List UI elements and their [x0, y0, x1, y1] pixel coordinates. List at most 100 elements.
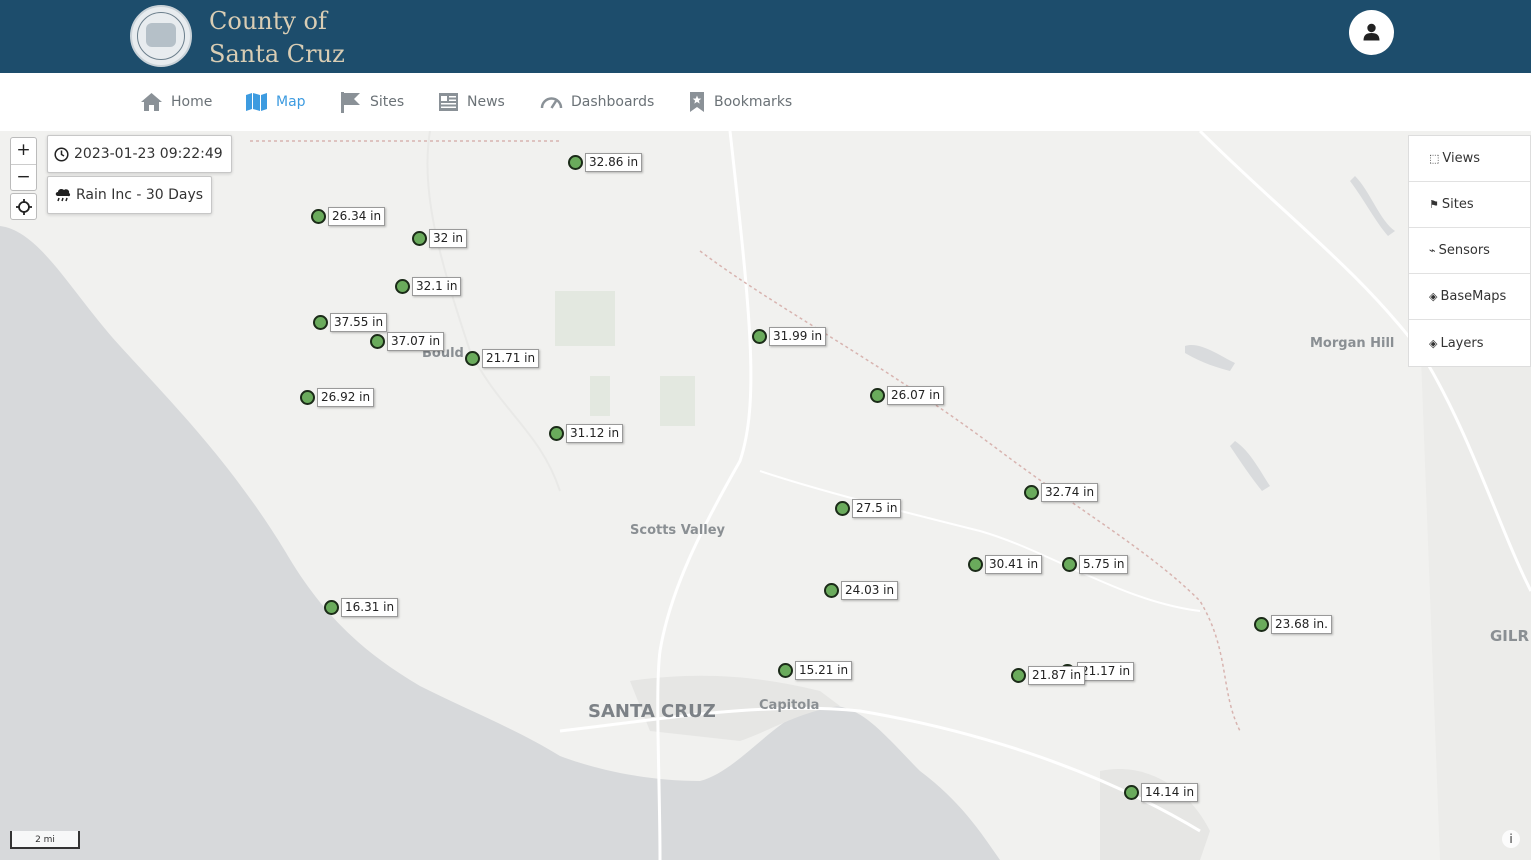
- panel-views-label: Views: [1442, 151, 1481, 166]
- station-label[interactable]: 32.74 in: [1041, 483, 1099, 502]
- nav-sites[interactable]: Sites: [340, 89, 404, 115]
- station-marker[interactable]: [311, 209, 326, 224]
- zoom-in-button[interactable]: +: [11, 138, 36, 164]
- locate-button[interactable]: [10, 193, 37, 220]
- crosshair-icon: [16, 199, 32, 215]
- station-label[interactable]: 21.17 in: [1077, 662, 1135, 681]
- station-label[interactable]: 32 in: [429, 229, 468, 248]
- station-marker[interactable]: [465, 351, 480, 366]
- panel-sensors-label: Sensors: [1438, 243, 1490, 258]
- nav-dashboards[interactable]: Dashboards: [540, 89, 654, 115]
- panel-layers-button[interactable]: ◈ Layers: [1409, 320, 1530, 366]
- user-icon: [1363, 23, 1380, 41]
- home-icon: [141, 93, 162, 111]
- layer-selector-box[interactable]: Rain Inc - 30 Days: [47, 176, 213, 214]
- layer-label-text: Rain Inc - 30 Days: [76, 187, 204, 203]
- station-label[interactable]: 26.92 in: [317, 388, 375, 407]
- panel-sites-label: Sites: [1441, 197, 1474, 212]
- station-marker[interactable]: [968, 557, 983, 572]
- layers-icon: ◈: [1429, 290, 1438, 303]
- station-label[interactable]: 26.34 in: [328, 207, 386, 226]
- main-nav: Home Map Sites News Dashboards Bookmarks: [0, 73, 1531, 131]
- clock-icon: [54, 146, 69, 162]
- station-marker[interactable]: [824, 583, 839, 598]
- nav-map[interactable]: Map: [245, 89, 306, 115]
- nav-home[interactable]: Home: [140, 89, 212, 115]
- station-marker[interactable]: [313, 315, 328, 330]
- station-label[interactable]: 31.12 in: [566, 424, 624, 443]
- station-marker[interactable]: [395, 279, 410, 294]
- header-bar: County of Santa Cruz: [0, 0, 1531, 73]
- station-marker[interactable]: [1124, 785, 1139, 800]
- dashed-square-icon: ⬚: [1429, 152, 1440, 165]
- panel-sites-button[interactable]: ⚑ Sites: [1409, 182, 1530, 228]
- station-label[interactable]: 37.07 in: [387, 332, 445, 351]
- county-seal-logo[interactable]: [130, 5, 192, 67]
- station-label[interactable]: 23.68 in.: [1271, 615, 1332, 634]
- scale-bar: 2 mi: [10, 831, 80, 849]
- attribution-info-button[interactable]: i: [1502, 830, 1520, 848]
- pulse-icon: ⌁: [1429, 244, 1436, 257]
- station-marker[interactable]: [370, 334, 385, 349]
- nav-bookmarks[interactable]: Bookmarks: [688, 89, 792, 115]
- place-label-capitola: Capitola: [759, 698, 820, 713]
- user-menu-button[interactable]: [1349, 10, 1394, 55]
- basemap: [0, 131, 1531, 860]
- map-icon: [246, 93, 267, 111]
- nav-sites-label: Sites: [370, 94, 405, 110]
- station-marker[interactable]: [870, 388, 885, 403]
- station-label[interactable]: 5.75 in: [1079, 555, 1129, 574]
- panel-sensors-button[interactable]: ⌁ Sensors: [1409, 228, 1530, 274]
- station-label[interactable]: 30.41 in: [985, 555, 1043, 574]
- panel-basemaps-label: BaseMaps: [1440, 289, 1507, 304]
- station-marker[interactable]: [412, 231, 427, 246]
- map-canvas[interactable]: [0, 131, 1531, 860]
- station-marker[interactable]: [1024, 485, 1039, 500]
- station-label[interactable]: 21.71 in: [482, 349, 540, 368]
- station-marker[interactable]: [568, 155, 583, 170]
- station-label[interactable]: 32.1 in: [412, 277, 462, 296]
- flag-icon: [341, 92, 360, 113]
- place-label-scotts-valley: Scotts Valley: [630, 523, 726, 538]
- station-marker[interactable]: [752, 329, 767, 344]
- station-marker[interactable]: [549, 426, 564, 441]
- station-label[interactable]: 16.31 in: [341, 598, 399, 617]
- seal-emblem: [146, 23, 176, 47]
- panel-basemaps-button[interactable]: ◈ BaseMaps: [1409, 274, 1530, 320]
- station-label[interactable]: 24.03 in: [841, 581, 899, 600]
- station-label[interactable]: 21.87 in: [1028, 666, 1086, 685]
- zoom-out-button[interactable]: −: [11, 164, 36, 190]
- station-label[interactable]: 15.21 in: [795, 661, 853, 680]
- station-label[interactable]: 31.99 in: [769, 327, 827, 346]
- station-marker[interactable]: [1254, 617, 1269, 632]
- newspaper-icon: [439, 93, 458, 111]
- station-marker[interactable]: [1011, 668, 1026, 683]
- station-label[interactable]: 37.55 in: [330, 313, 388, 332]
- place-label-morgan-hill: Morgan Hill: [1310, 336, 1395, 351]
- station-label[interactable]: 26.07 in: [887, 386, 945, 405]
- brand-title[interactable]: County of Santa Cruz: [209, 5, 345, 71]
- flag-icon: ⚑: [1429, 198, 1439, 211]
- nav-news-label: News: [467, 94, 505, 110]
- station-label[interactable]: 32.86 in: [585, 153, 643, 172]
- layers-icon: ◈: [1429, 336, 1438, 350]
- cloud-rain-icon: [55, 188, 71, 202]
- zoom-control: + −: [10, 137, 37, 191]
- nav-map-label: Map: [276, 94, 306, 110]
- nav-news[interactable]: News: [438, 89, 505, 115]
- nav-bookmarks-label: Bookmarks: [714, 94, 793, 110]
- panel-views-button[interactable]: ⬚ Views: [1409, 136, 1530, 182]
- timestamp-box[interactable]: 2023-01-23 09:22:49: [47, 135, 232, 173]
- station-marker[interactable]: [300, 390, 315, 405]
- gauge-icon: [540, 97, 563, 109]
- station-label[interactable]: 14.14 in: [1141, 783, 1199, 802]
- map-side-panel: ⬚ Views ⚑ Sites ⌁ Sensors ◈ BaseMaps ◈ L…: [1408, 135, 1531, 367]
- station-marker[interactable]: [835, 501, 850, 516]
- station-marker[interactable]: [778, 663, 793, 678]
- station-marker[interactable]: [1062, 557, 1077, 572]
- station-label[interactable]: 27.5 in: [852, 499, 902, 518]
- station-marker[interactable]: [324, 600, 339, 615]
- nav-dashboards-label: Dashboards: [571, 94, 655, 110]
- panel-layers-label: Layers: [1440, 335, 1484, 351]
- bookmark-icon: [690, 92, 704, 112]
